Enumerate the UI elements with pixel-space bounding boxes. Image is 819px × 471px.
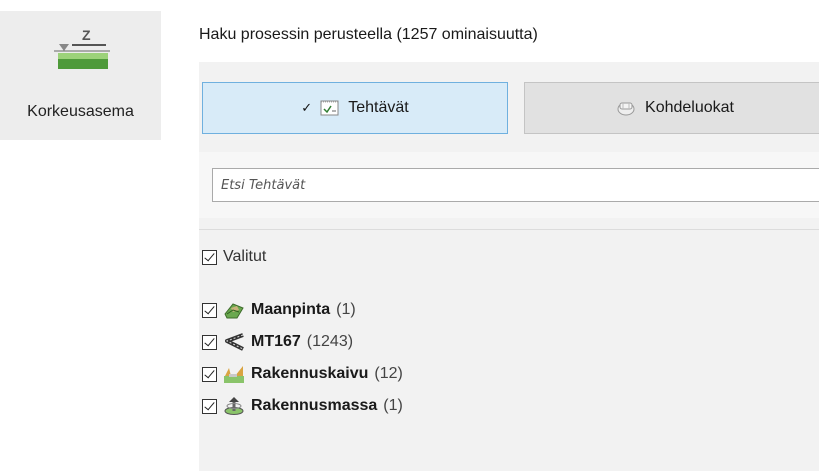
- active-check-icon: ✓: [301, 100, 313, 115]
- tab-tasks-label: Tehtävät: [348, 99, 409, 116]
- item-count: (1243): [306, 333, 354, 350]
- item-name: MT167: [251, 333, 301, 350]
- select-all-checkbox[interactable]: Valitut: [202, 248, 266, 266]
- tab-object-classes[interactable]: Kohdeluokat: [524, 82, 819, 134]
- checkbox-icon[interactable]: [202, 398, 217, 414]
- divider: [199, 229, 819, 230]
- search-area: [199, 152, 819, 218]
- mass-icon: [224, 397, 244, 415]
- list-item[interactable]: Rakennuskaivu (12): [202, 362, 403, 386]
- task-list-icon: [320, 100, 339, 116]
- checkbox-icon[interactable]: [202, 366, 217, 382]
- item-name: Rakennusmassa: [251, 397, 378, 414]
- object-class-icon: [617, 102, 635, 116]
- checkbox-icon[interactable]: [202, 334, 217, 350]
- list-item[interactable]: Maanpinta (1): [202, 298, 356, 322]
- item-count: (1): [383, 397, 403, 414]
- tab-object-classes-label: Kohdeluokat: [645, 99, 734, 116]
- item-count: (12): [374, 365, 403, 382]
- page-title: Haku prosessin perusteella (1257 ominais…: [199, 26, 538, 43]
- list-item[interactable]: Rakennusmassa (1): [202, 394, 403, 418]
- elevation-tool-label: Korkeusasema: [27, 103, 134, 120]
- search-input[interactable]: [212, 168, 819, 202]
- checkbox-icon[interactable]: [202, 249, 217, 265]
- excavation-icon: [224, 366, 244, 383]
- elevation-tool-button[interactable]: Z Korkeusasema: [0, 11, 161, 140]
- list-item[interactable]: MT167 (1243): [202, 330, 353, 354]
- tab-tasks[interactable]: ✓ Tehtävät: [202, 82, 508, 134]
- terrain-icon: [224, 303, 244, 319]
- select-all-label: Valitut: [223, 248, 267, 265]
- elevation-icon: Z: [54, 27, 110, 69]
- svg-text:Z: Z: [82, 27, 91, 43]
- filter-panel: ✓ Tehtävät Kohdeluokat Valitut: [199, 62, 819, 471]
- item-name: Maanpinta: [251, 301, 331, 318]
- item-name: Rakennuskaivu: [251, 365, 369, 382]
- road-icon: [225, 333, 244, 351]
- checkbox-icon[interactable]: [202, 302, 217, 318]
- item-count: (1): [336, 301, 356, 318]
